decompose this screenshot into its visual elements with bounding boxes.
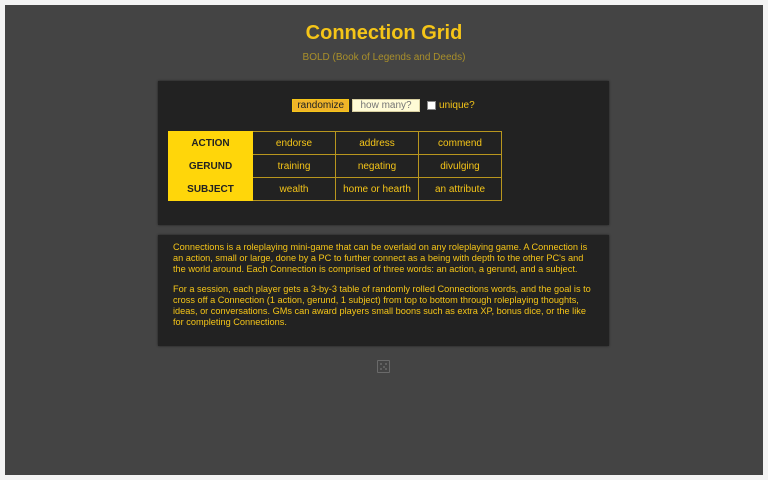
grid-cell: divulging (418, 154, 502, 178)
randomize-button[interactable]: randomize (292, 99, 350, 112)
how-many-input[interactable] (352, 99, 421, 112)
row-label-subject: SUBJECT (168, 177, 253, 201)
dice-pip (382, 365, 385, 368)
unique-label: unique? (439, 100, 475, 111)
dice-five-icon[interactable] (377, 360, 390, 373)
dice-pip (380, 368, 382, 370)
dice-pip (385, 363, 387, 365)
row-label-gerund: GERUND (168, 154, 253, 178)
grid-row-subject: SUBJECT wealth home or hearth an attribu… (168, 177, 502, 201)
grid-cell: wealth (252, 177, 336, 201)
info-text: Connections is a roleplaying mini-game t… (173, 242, 595, 337)
grid-cell: negating (335, 154, 419, 178)
page-subtitle: BOLD (Book of Legends and Deeds) (302, 52, 466, 63)
grid-cell: address (335, 131, 419, 155)
dice-pip (380, 363, 382, 365)
info-paragraph: For a session, each player gets a 3-by-3… (173, 284, 591, 327)
grid-panel: randomize unique? ACTION endorse address… (158, 81, 609, 225)
app-frame: Connection Grid BOLD (Book of Legends an… (5, 5, 763, 475)
connection-grid: ACTION endorse address commend GERUND tr… (168, 131, 502, 201)
page-title: Connection Grid (305, 22, 463, 44)
grid-row-gerund: GERUND training negating divulging (168, 154, 502, 178)
row-label-action: ACTION (168, 131, 253, 155)
info-paragraph: Connections is a roleplaying mini-game t… (173, 242, 588, 274)
grid-cell: commend (418, 131, 502, 155)
unique-checkbox[interactable] (427, 101, 437, 110)
grid-cell: endorse (252, 131, 336, 155)
grid-cell: an attribute (418, 177, 502, 201)
dice-pip (385, 368, 387, 370)
grid-row-action: ACTION endorse address commend (168, 131, 502, 155)
info-panel: Connections is a roleplaying mini-game t… (158, 235, 609, 346)
controls-bar: randomize unique? (158, 99, 609, 112)
grid-cell: home or hearth (335, 177, 419, 201)
grid-cell: training (252, 154, 336, 178)
